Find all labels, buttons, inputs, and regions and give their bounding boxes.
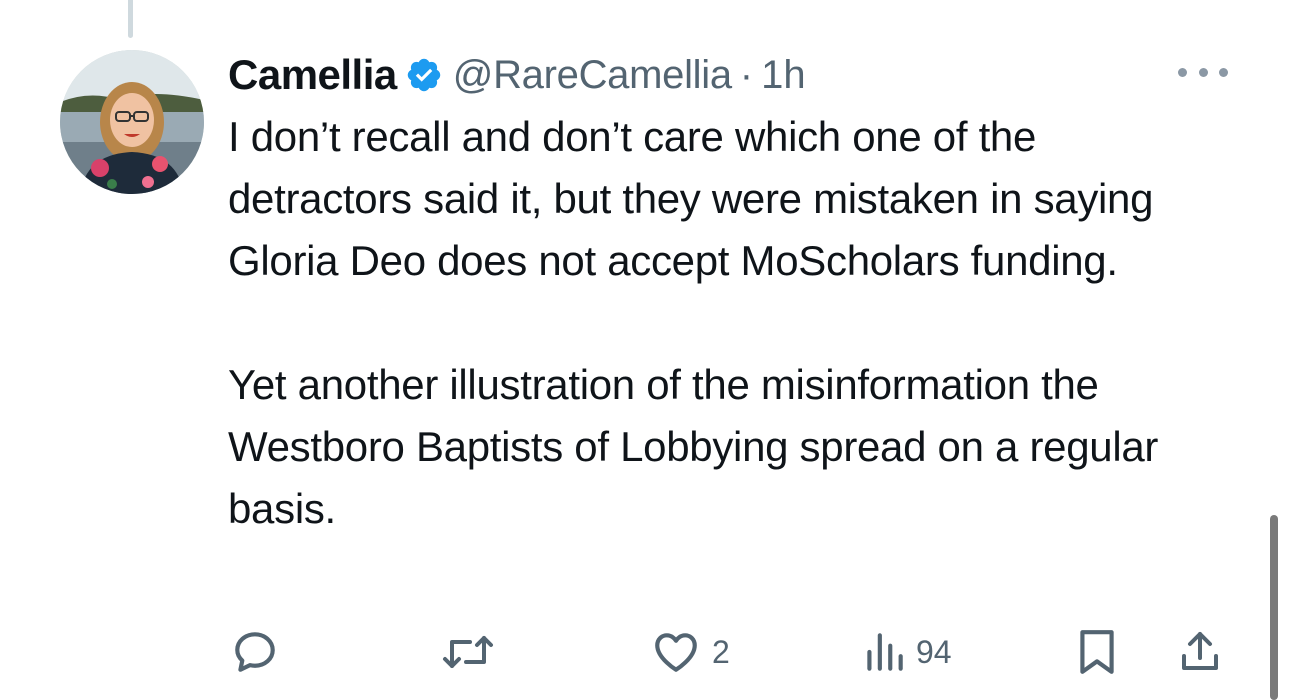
like-button[interactable]: 2 [650, 624, 730, 680]
views-button[interactable]: 94 [862, 624, 952, 680]
more-dot [1198, 67, 1208, 77]
share-icon [1182, 632, 1218, 670]
scrollbar[interactable] [1270, 515, 1278, 700]
more-dot [1178, 67, 1187, 77]
more-options-icon[interactable] [1178, 60, 1228, 84]
author-handle[interactable]: @RareCamellia [453, 53, 732, 98]
views-chart-icon [867, 633, 903, 671]
tweet-header: Camellia @RareCamellia · 1h [228, 50, 806, 100]
bookmark-button[interactable] [1074, 624, 1120, 680]
tweet-paragraph: I don’t recall and don’t care which one … [228, 113, 1154, 284]
separator-dot: · [739, 52, 754, 97]
share-button[interactable] [1176, 624, 1224, 680]
reply-icon [235, 632, 275, 672]
tweet-paragraph: Yet another illustration of the misinfor… [228, 361, 1159, 532]
bookmark-icon [1080, 630, 1114, 674]
retweet-button[interactable] [440, 624, 506, 680]
avatar[interactable] [60, 50, 204, 194]
verified-badge-icon [405, 56, 443, 94]
retweet-icon [443, 636, 493, 668]
views-count: 94 [916, 633, 952, 670]
reply-button[interactable] [230, 624, 290, 680]
avatar-photo [60, 50, 204, 194]
timestamp[interactable]: 1h [761, 53, 806, 98]
action-bar: 2 94 [0, 624, 1290, 680]
heart-icon [655, 633, 697, 672]
tweet-text: I don’t recall and don’t care which one … [228, 106, 1228, 540]
author-display-name[interactable]: Camellia [228, 51, 397, 99]
like-count: 2 [712, 633, 730, 670]
thread-connector-line [128, 0, 133, 38]
more-dot [1219, 67, 1228, 77]
